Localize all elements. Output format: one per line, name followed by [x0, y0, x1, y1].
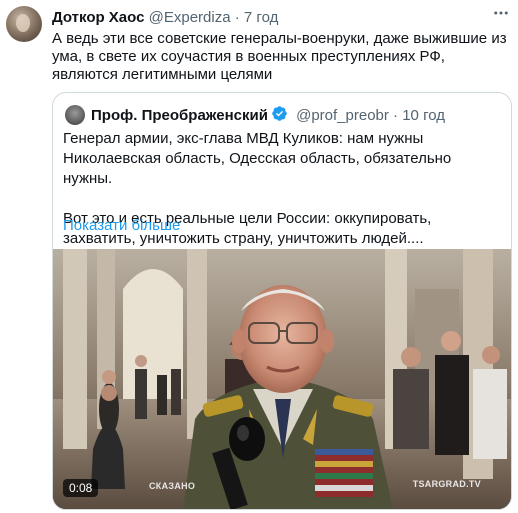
separator-dot: · — [393, 107, 399, 124]
video-player[interactable]: СКАЗАНО TSARGRAD.TV 0:08 — [53, 249, 511, 509]
separator-dot: · — [234, 9, 240, 26]
show-more-link[interactable]: Показати більше — [63, 217, 180, 234]
verified-badge-icon — [271, 105, 288, 128]
author-handle[interactable]: @Experdiza — [149, 9, 231, 26]
tweet[interactable]: Доткор Хаос @Experdiza · 7 год А ведь эт… — [0, 0, 518, 513]
tweet-text: А ведь эти все советские генералы-военру… — [52, 30, 507, 83]
quote-author-avatar — [65, 105, 85, 125]
video-frame — [53, 249, 511, 509]
author-avatar[interactable] — [6, 6, 42, 42]
video-timer: 0:08 — [63, 479, 99, 497]
author-name[interactable]: Доткор Хаос — [52, 9, 144, 26]
quote-time: 10 год — [402, 107, 445, 124]
video-watermark-left: СКАЗАНО — [149, 481, 196, 491]
quote-author-name: Проф. Преображенский — [91, 107, 268, 124]
quoted-tweet[interactable]: Проф. Преображенский @prof_preobr · 10 г… — [52, 92, 512, 510]
video-watermark-right: TSARGRAD.TV — [412, 479, 481, 489]
more-icon[interactable] — [492, 4, 510, 27]
quote-paragraph-1: Генерал армии, экс-глава МВД Куликов: на… — [63, 130, 452, 187]
quote-header: Проф. Преображенский @prof_preobr · 10 г… — [91, 105, 445, 128]
quote-author-handle: @prof_preobr — [296, 107, 389, 124]
tweet-time[interactable]: 7 год — [244, 9, 278, 26]
tweet-header: Доткор Хаос @Experdiza · 7 год — [52, 8, 278, 28]
